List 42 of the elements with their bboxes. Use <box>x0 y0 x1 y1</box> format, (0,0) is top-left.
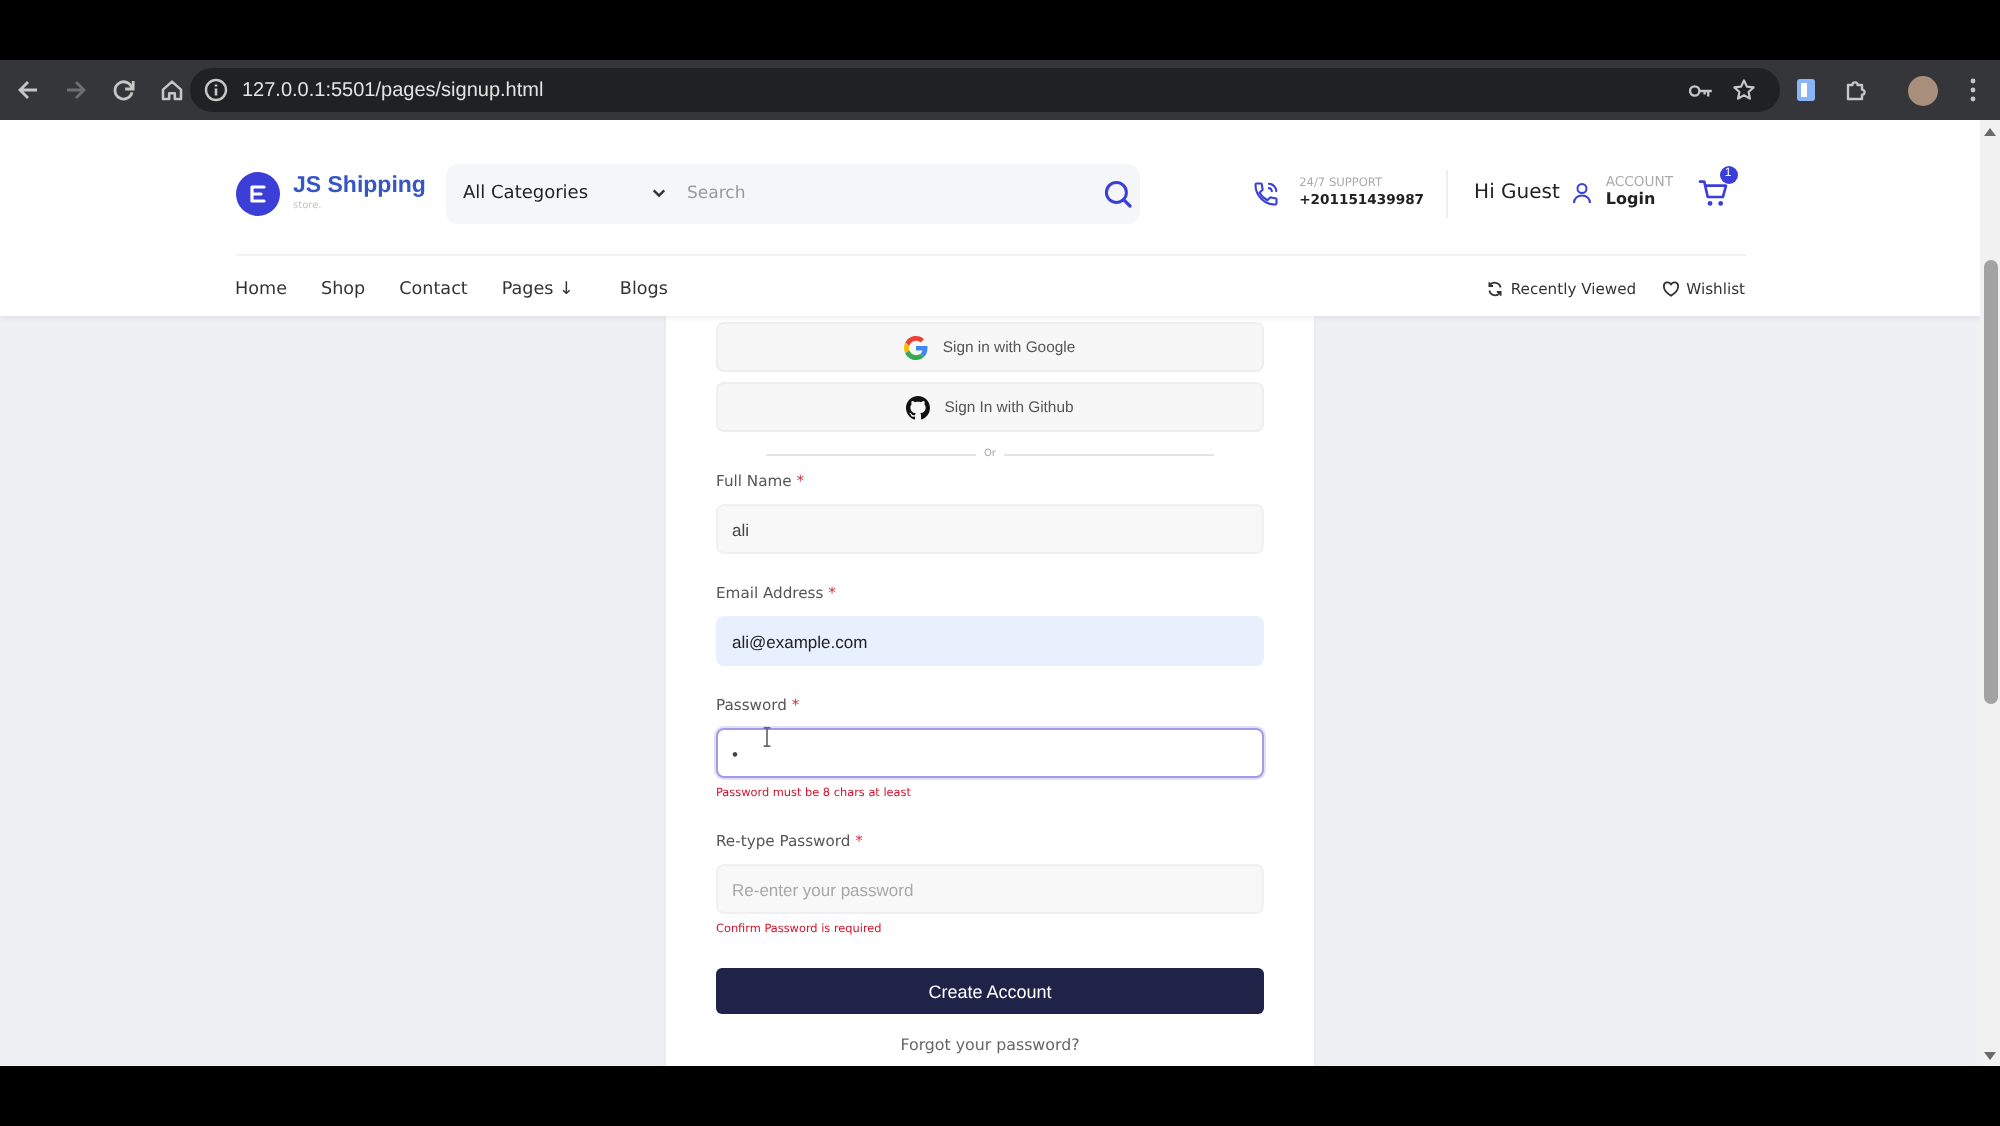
phone-icon <box>1251 179 1280 207</box>
create-account-button[interactable]: Create Account <box>716 968 1264 1014</box>
nav-link[interactable]: Contact <box>399 279 468 299</box>
star-icon[interactable] <box>1732 78 1756 102</box>
puzzle-icon[interactable] <box>1844 78 1868 102</box>
refresh-icon <box>1486 280 1505 298</box>
heart-icon <box>1662 280 1681 298</box>
nav-link[interactable]: Shop <box>320 279 366 299</box>
back-icon[interactable] <box>16 78 40 102</box>
search-bar[interactable]: All Categories Search <box>445 163 1139 223</box>
info-icon[interactable] <box>204 78 228 102</box>
user-icon[interactable] <box>1571 182 1592 204</box>
input-field[interactable]: ali <box>716 504 1264 554</box>
cart-icon <box>1697 178 1729 208</box>
github-icon <box>906 395 931 419</box>
document-icon[interactable] <box>1796 78 1816 102</box>
nav-link[interactable]: Blogs <box>619 279 668 299</box>
search-icon[interactable] <box>1103 179 1131 207</box>
home-icon[interactable] <box>160 78 184 102</box>
logo-icon[interactable] <box>235 171 279 215</box>
scroll-up-icon[interactable] <box>1984 128 1996 136</box>
nav-link[interactable]: Home <box>235 279 287 299</box>
login-link[interactable]: Login <box>1605 190 1673 210</box>
address-bar[interactable]: 127.0.0.1:5501/pages/signup.html <box>190 68 1780 112</box>
profile-avatar[interactable] <box>1908 75 1938 105</box>
search-field[interactable]: Search <box>673 175 1103 211</box>
input-field[interactable]: Re-enter your password <box>716 864 1264 914</box>
greeting-text: Hi Guest <box>1474 182 1560 204</box>
scrollbar-thumb[interactable] <box>1983 260 1997 704</box>
brand-name[interactable]: JS Shipping <box>293 174 426 200</box>
input-field[interactable]: ali@example.com <box>716 616 1264 666</box>
reload-icon[interactable] <box>112 78 136 102</box>
category-dropdown[interactable]: All Categories <box>445 163 673 223</box>
nav-link[interactable]: Pages ↓ <box>501 279 574 299</box>
google-icon <box>904 335 929 359</box>
chevron-down-icon <box>651 188 665 198</box>
key-icon[interactable] <box>1688 81 1714 99</box>
menu-icon[interactable] <box>1970 78 1976 102</box>
scroll-down-icon[interactable] <box>1984 1052 1996 1060</box>
input-field[interactable]: • <box>716 728 1264 778</box>
forward-icon[interactable] <box>64 78 88 102</box>
text-cursor-icon <box>762 726 772 748</box>
